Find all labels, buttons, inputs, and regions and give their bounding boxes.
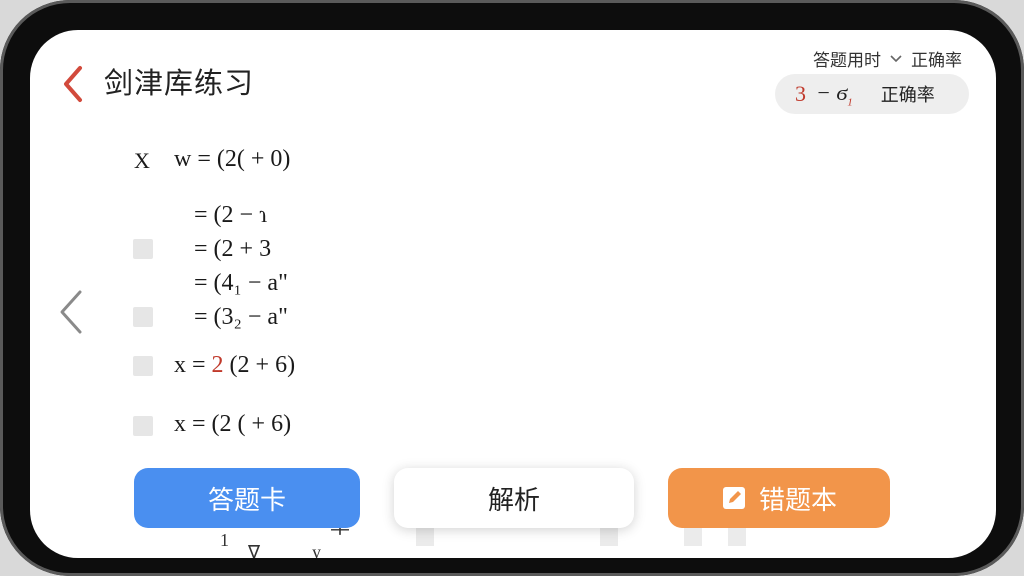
ghost-checkbox: [684, 528, 702, 546]
step-line: = (2 + 3: [194, 236, 272, 262]
ghost-text: 1: [220, 530, 229, 550]
step-line: = (3₂ − a": [194, 304, 288, 330]
option-expression[interactable]: x = (2 ( + 6): [174, 411, 291, 438]
wrong-book-label: 错题本: [758, 485, 837, 516]
pill-expression: − ϭ1: [816, 79, 853, 109]
option-checkbox[interactable]: [133, 239, 153, 259]
accuracy-pill[interactable]: 3 − ϭ1 正确率: [775, 74, 969, 114]
analysis-label: 解析: [487, 485, 540, 516]
ghost-text: y: [312, 542, 321, 558]
back-arrow-icon[interactable]: [58, 64, 90, 104]
answer-card-button[interactable]: 答题卡: [134, 468, 360, 528]
pill-accuracy-label: 正确率: [880, 85, 935, 106]
ghost-checkbox: [728, 528, 746, 546]
option-checkbox[interactable]: [133, 416, 153, 436]
option-checkbox[interactable]: [133, 356, 153, 376]
highlighted-term: 2: [211, 352, 224, 378]
time-used-label: 答题用时: [813, 51, 881, 71]
ghost-checkbox: [416, 528, 434, 546]
previous-question-icon[interactable]: [56, 288, 86, 336]
edit-icon: [722, 487, 745, 509]
chevron-down-icon[interactable]: [889, 54, 903, 64]
answer-card-label: 答题卡: [207, 485, 286, 516]
analysis-button[interactable]: 解析: [394, 468, 634, 528]
ghost-checkbox: [600, 528, 618, 546]
option-expression[interactable]: x = 2 (2 + 6): [174, 352, 295, 379]
stats-header: 答题用时 正确率: [813, 46, 962, 71]
app-screen: 剑津库练习 答题用时 正确率 3 − ϭ1 正确率 X w = (2( + 0)…: [30, 30, 996, 558]
step-line: = (2 − ɿ: [194, 202, 268, 228]
wrong-book-button[interactable]: 错题本: [668, 468, 890, 528]
accuracy-label: 正确率: [911, 51, 962, 71]
ghost-text: ∇: [248, 542, 261, 558]
page-title: 剑津库练习: [104, 66, 255, 100]
pill-number: 3: [795, 81, 806, 106]
question-marker: X: [134, 148, 150, 173]
question-stem: w = (2( + 0): [174, 146, 291, 172]
step-line: = (4₁ − a": [194, 270, 288, 296]
option-checkbox[interactable]: [133, 307, 153, 327]
